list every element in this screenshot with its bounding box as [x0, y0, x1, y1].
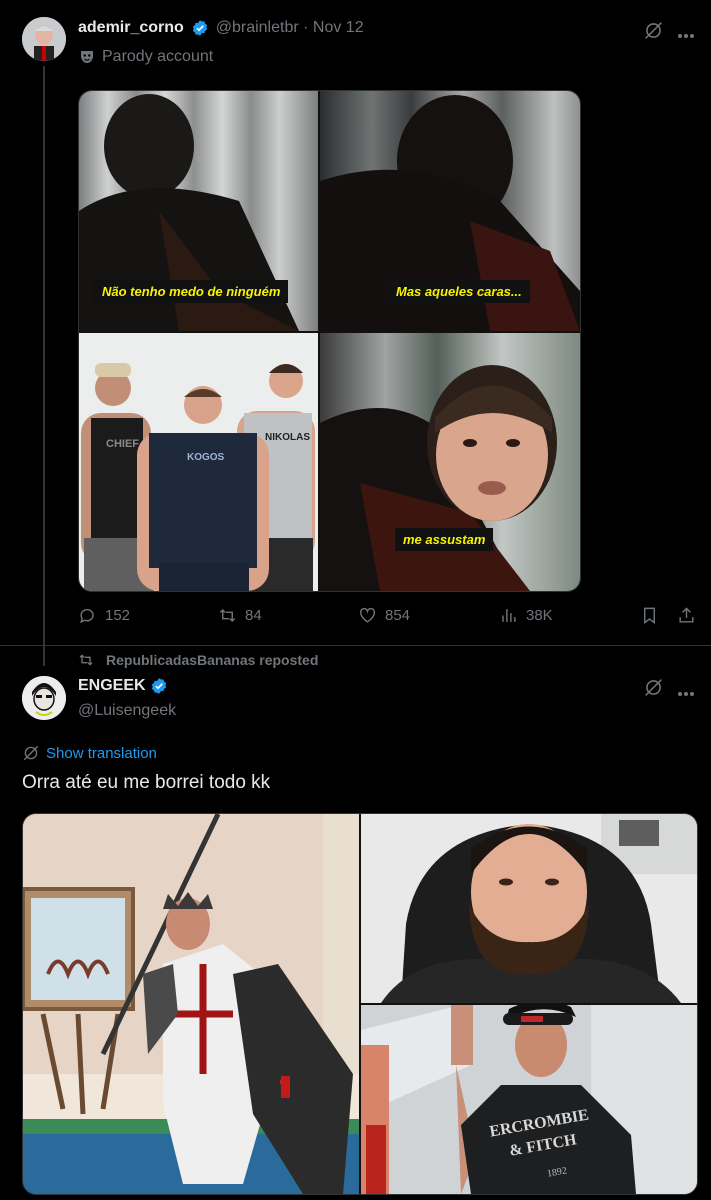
parody-label-text: Parody account	[102, 48, 214, 65]
tweet-header: ENGEEK	[78, 677, 168, 695]
photo-young-man: ERCROMBIE & FITCH 1892	[361, 1005, 697, 1194]
meme-panel-2: Mas aqueles caras...	[320, 91, 580, 331]
translate-icon	[23, 745, 39, 761]
bookmark-icon	[644, 607, 655, 625]
tweet-2[interactable]: RepublicadasBananas reposted ENGEEK @Lui…	[0, 646, 711, 1200]
shirt-label-chief: CHIEF	[106, 438, 139, 450]
like-button[interactable]: 854	[358, 606, 410, 625]
share-icon	[679, 607, 694, 623]
grok-icon	[645, 22, 662, 39]
avatar[interactable]	[22, 17, 66, 61]
handle[interactable]: @Luisengeek	[78, 702, 176, 720]
photo-knight	[23, 814, 359, 1194]
meme-panel-1: Não tenho medo de ninguém	[79, 91, 318, 331]
meme-caption-1: Não tenho medo de ninguém	[94, 280, 289, 303]
grok-icon	[645, 679, 662, 696]
more-button[interactable]	[677, 684, 695, 702]
like-count: 854	[385, 607, 411, 624]
show-translation-text: Show translation	[46, 744, 157, 762]
separator: ·	[303, 19, 309, 37]
display-name[interactable]: ENGEEK	[78, 677, 146, 695]
more-button[interactable]	[677, 26, 695, 44]
post-date[interactable]: Nov 12	[313, 19, 364, 36]
reply-button[interactable]: 152	[78, 606, 130, 625]
views-icon	[502, 609, 516, 622]
views-button[interactable]: 38K	[499, 606, 553, 625]
show-translation-link[interactable]: Show translation	[22, 744, 157, 762]
repost-icon	[79, 654, 93, 666]
shirt-label-nikolas: NIKOLAS	[265, 432, 310, 443]
like-icon	[359, 607, 376, 623]
tweet-1[interactable]: ademir_corno @brainletbr · Nov 12 Parody…	[0, 0, 711, 645]
handle[interactable]: @brainletbr	[216, 19, 299, 36]
shirt-label-kogos: KOGOS	[187, 452, 225, 463]
more-icon	[678, 34, 694, 38]
more-icon	[678, 692, 694, 696]
meme-panel-4: me assustam	[320, 333, 580, 591]
meme-panel-3: CHIEF KOGOS NIKOLAS	[79, 333, 318, 591]
parody-label: Parody account	[78, 48, 213, 66]
tweet-text: Orra até eu me borrei todo kk	[22, 772, 271, 793]
parody-mask-icon	[81, 51, 93, 63]
repost-icon	[219, 608, 236, 623]
repost-button[interactable]: 84	[218, 606, 262, 625]
grok-button[interactable]	[643, 20, 664, 46]
grok-button[interactable]	[643, 677, 664, 703]
display-name[interactable]: ademir_corno	[78, 19, 184, 36]
repost-banner[interactable]: RepublicadasBananas reposted	[78, 652, 318, 668]
avatar[interactable]	[22, 676, 66, 720]
reply-count: 152	[105, 607, 131, 624]
bookmark-button[interactable]	[640, 606, 659, 630]
repost-count: 84	[245, 607, 262, 624]
tweet-media[interactable]: Não tenho medo de ninguém Mas aqueles ca…	[78, 90, 581, 592]
photo-bearded-man	[361, 814, 697, 1003]
verified-badge-icon	[193, 20, 208, 36]
share-button[interactable]	[677, 606, 696, 630]
tweet-header: ademir_corno @brainletbr · Nov 12	[78, 19, 364, 37]
reply-icon	[79, 608, 94, 624]
tweet-media[interactable]: ERCROMBIE & FITCH 1892	[22, 813, 698, 1195]
meme-caption-3: me assustam	[395, 528, 494, 551]
repost-banner-text: RepublicadasBananas reposted	[106, 652, 319, 668]
meme-caption-2: Mas aqueles caras...	[388, 280, 530, 303]
views-count: 38K	[526, 607, 553, 624]
verified-badge-icon	[151, 678, 166, 694]
